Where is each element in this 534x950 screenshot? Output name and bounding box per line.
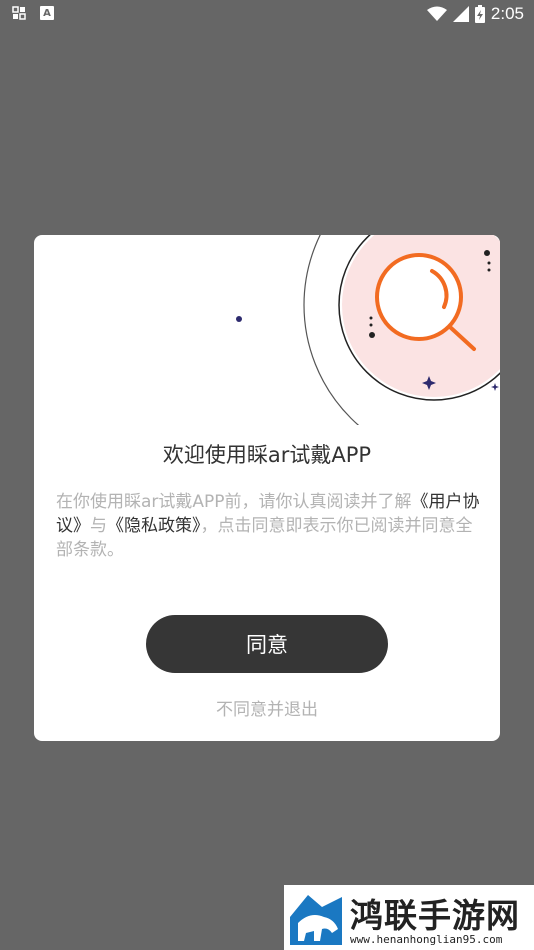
watermark: 鸿联手游网 www.henanhonglian95.com [284, 885, 534, 950]
agree-button[interactable]: 同意 [146, 615, 388, 673]
privacy-dialog: 欢迎使用睬ar试戴APP 在你使用睬ar试戴APP前，请你认真阅读并了解《用户协… [34, 235, 500, 741]
body-conjunction-text: 与 [90, 516, 107, 536]
watermark-url: www.henanhonglian95.com [350, 933, 503, 946]
status-time: 2:05 [490, 4, 524, 23]
signal-icon [452, 6, 469, 22]
body-intro-text: 在你使用睬ar试戴APP前，请你认真阅读并了解 [56, 492, 412, 512]
dialog-body: 在你使用睬ar试戴APP前，请你认真阅读并了解《用户协议》与《隐私政策》，点击同… [56, 490, 482, 562]
privacy-policy-link[interactable]: 《隐私政策》 [107, 516, 201, 536]
magnifier-illustration [236, 235, 500, 425]
grid-notification-icon [12, 6, 26, 20]
status-bar: A 2:05 [0, 0, 534, 28]
watermark-title: 鸿联手游网 [350, 896, 520, 935]
decline-exit-link[interactable]: 不同意并退出 [34, 695, 500, 720]
horse-logo-icon [288, 889, 344, 947]
a-notification-icon: A [40, 6, 54, 20]
wifi-icon [426, 6, 447, 21]
battery-charging-icon [474, 5, 485, 23]
dialog-title: 欢迎使用睬ar试戴APP [162, 443, 372, 467]
